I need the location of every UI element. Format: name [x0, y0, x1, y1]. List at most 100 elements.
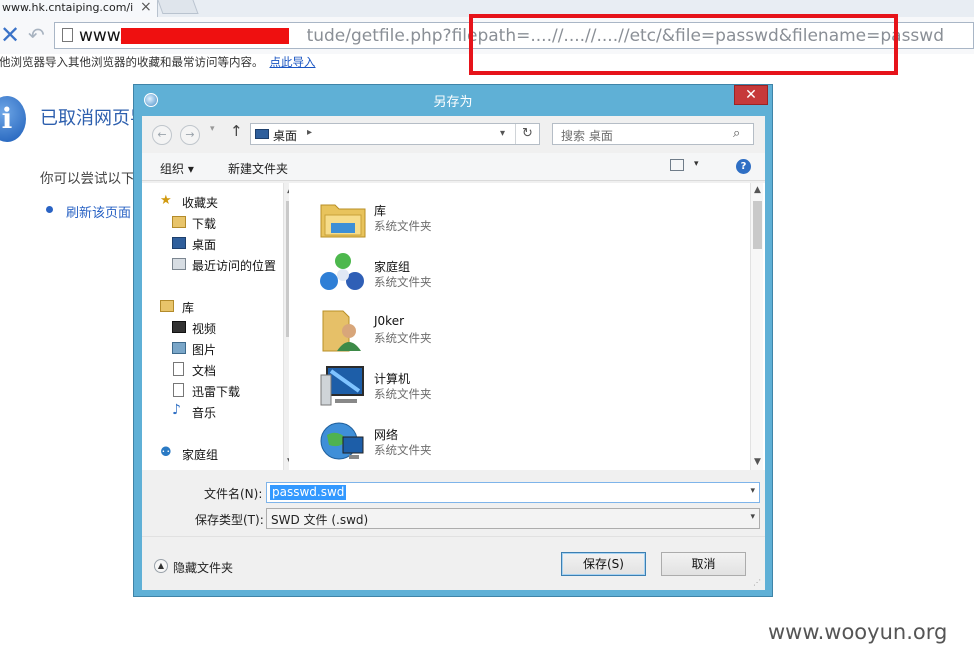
- organize-label: 组织: [160, 162, 185, 176]
- refresh-icon[interactable]: ↻: [515, 124, 539, 144]
- breadcrumb-arrow-icon[interactable]: ▸: [307, 127, 312, 138]
- library-icon: [320, 204, 366, 238]
- homegroup-icon: [320, 253, 364, 290]
- network-icon: [320, 422, 364, 460]
- save-button[interactable]: 保存(S): [561, 552, 646, 576]
- chevron-down-icon[interactable]: ▾: [750, 512, 755, 522]
- back-icon[interactable]: ↶: [28, 22, 45, 48]
- item-type: 系统文件夹: [374, 275, 432, 289]
- info-icon: i: [0, 96, 26, 142]
- list-item[interactable]: 计算机 系统文件夹: [319, 359, 619, 415]
- list-item[interactable]: J0ker 系统文件夹: [319, 303, 619, 359]
- nav-libraries[interactable]: 库: [182, 299, 194, 316]
- music-icon: ♪: [172, 402, 181, 418]
- scroll-down-icon[interactable]: ▼: [752, 457, 763, 467]
- filetype-label: 保存类型(T):: [195, 513, 264, 527]
- list-item[interactable]: 网络 系统文件夹: [319, 415, 619, 471]
- page-subtitle: 你可以尝试以下操作: [40, 171, 134, 187]
- location-text: 桌面: [273, 129, 298, 143]
- nav-music[interactable]: 音乐: [192, 404, 216, 421]
- history-dropdown-icon[interactable]: ▾: [210, 124, 215, 134]
- search-icon[interactable]: ⌕: [733, 126, 740, 141]
- watermark: www.wooyun.org: [768, 620, 948, 644]
- chevron-up-icon[interactable]: ▲: [154, 559, 168, 573]
- resize-grip-icon[interactable]: ⋰: [753, 578, 761, 587]
- library-icon: [160, 300, 174, 312]
- save-as-dialog: 另存为 ✕ ← → ▾ ↑ 桌面 ▸ ▾ ↻ 搜索 桌面 ⌕ 组织 ▾ 新建文件…: [133, 84, 773, 597]
- star-icon: ★: [160, 193, 172, 208]
- infobar-text: 从其他浏览器导入其他浏览器的收藏和最常访问等内容。: [0, 55, 264, 69]
- nav-thunder[interactable]: 迅雷下载: [192, 383, 240, 400]
- nav-pictures[interactable]: 图片: [192, 341, 216, 358]
- cancel-button[interactable]: 取消: [661, 552, 746, 576]
- navigation-pane: ★ 收藏夹 下载 桌面 最近访问的位置 库 视频 图片 文档 迅雷下载 ♪ 音乐…: [142, 183, 287, 470]
- view-dropdown-icon[interactable]: ▾: [694, 159, 699, 169]
- dialog-close-button[interactable]: ✕: [734, 85, 768, 105]
- close-tab-icon[interactable]: ×: [140, 0, 152, 15]
- item-name: J0ker: [374, 314, 405, 328]
- desktop-icon: [172, 237, 186, 249]
- pictures-icon: [172, 342, 186, 354]
- import-infobar: 从其他浏览器导入其他浏览器的收藏和最常访问等内容。 点此导入: [0, 54, 316, 70]
- homegroup-icon: ⚉: [160, 445, 172, 460]
- refresh-link[interactable]: 刷新该页面: [66, 202, 134, 221]
- tab-title: www.hk.cntaiping.com/i: [2, 1, 134, 14]
- filetype-select[interactable]: SWD 文件 (.swd) ▾: [266, 508, 760, 529]
- page-title: 已取消网页导航: [40, 108, 134, 129]
- dialog-client: ← → ▾ ↑ 桌面 ▸ ▾ ↻ 搜索 桌面 ⌕ 组织 ▾ 新建文件夹 ▾ ? …: [142, 116, 765, 590]
- view-icon[interactable]: [670, 159, 684, 171]
- nav-recent[interactable]: 最近访问的位置: [192, 257, 276, 274]
- hide-folders-button[interactable]: 隐藏文件夹: [173, 559, 233, 576]
- item-type: 系统文件夹: [374, 443, 432, 457]
- bullet-icon: [46, 206, 53, 213]
- back-button[interactable]: ←: [152, 125, 172, 145]
- redaction-bar: [121, 28, 289, 44]
- downloads-icon: [172, 216, 186, 228]
- item-name: 家庭组: [374, 260, 411, 274]
- filename-field[interactable]: passwd.swd ▾: [266, 482, 760, 503]
- organize-button[interactable]: 组织 ▾: [160, 160, 194, 177]
- filename-value: passwd.swd: [270, 485, 347, 500]
- item-type: 系统文件夹: [374, 387, 432, 401]
- thunder-download-icon: [173, 383, 184, 397]
- browser-tab[interactable]: www.hk.cntaiping.com/i ×: [0, 0, 158, 17]
- up-icon[interactable]: ↑: [230, 122, 243, 140]
- item-name: 网络: [374, 428, 399, 442]
- nav-downloads[interactable]: 下载: [192, 215, 216, 232]
- new-folder-button[interactable]: 新建文件夹: [228, 160, 288, 177]
- nav-homegroup[interactable]: 家庭组: [182, 446, 218, 463]
- item-type: 系统文件夹: [374, 219, 432, 233]
- import-link[interactable]: 点此导入: [270, 55, 316, 69]
- help-icon[interactable]: ?: [736, 159, 751, 174]
- footer-divider: [142, 536, 765, 537]
- command-bar: 组织 ▾ 新建文件夹 ▾ ?: [142, 153, 765, 181]
- search-placeholder: 搜索 桌面: [561, 129, 613, 143]
- nav-documents[interactable]: 文档: [192, 362, 216, 379]
- forward-button[interactable]: →: [180, 125, 200, 145]
- location-dropdown-icon[interactable]: ▾: [500, 128, 505, 139]
- nav-favorites[interactable]: 收藏夹: [182, 194, 218, 211]
- url-host: www.: [79, 26, 125, 46]
- scroll-thumb[interactable]: [753, 201, 762, 249]
- file-list: 库 系统文件夹 家庭组 系统文件夹 J0ker 系统文件夹 计算机 系统文件夹 …: [289, 183, 765, 470]
- list-item[interactable]: 库 系统文件夹: [319, 191, 619, 247]
- video-icon: [172, 321, 186, 333]
- list-item[interactable]: 家庭组 系统文件夹: [319, 247, 619, 303]
- file-list-scrollbar[interactable]: ▲ ▼: [750, 183, 763, 470]
- highlight-box: [469, 14, 898, 75]
- user-folder-icon: [322, 310, 361, 352]
- item-name: 库: [374, 204, 387, 218]
- documents-icon: [173, 362, 184, 376]
- new-tab-button[interactable]: [157, 0, 199, 14]
- item-type: 系统文件夹: [374, 331, 432, 345]
- search-input[interactable]: 搜索 桌面 ⌕: [552, 123, 754, 145]
- location-bar[interactable]: 桌面 ▸ ▾ ↻: [250, 123, 540, 145]
- nav-desktop[interactable]: 桌面: [192, 236, 216, 253]
- chevron-down-icon[interactable]: ▾: [750, 486, 755, 496]
- desktop-icon: [255, 129, 269, 139]
- scroll-up-icon[interactable]: ▲: [752, 185, 763, 195]
- dialog-title: 另存为: [433, 95, 473, 110]
- filetype-value: SWD 文件 (.swd): [271, 513, 369, 527]
- nav-videos[interactable]: 视频: [192, 320, 216, 337]
- stop-icon[interactable]: ✕: [0, 22, 20, 48]
